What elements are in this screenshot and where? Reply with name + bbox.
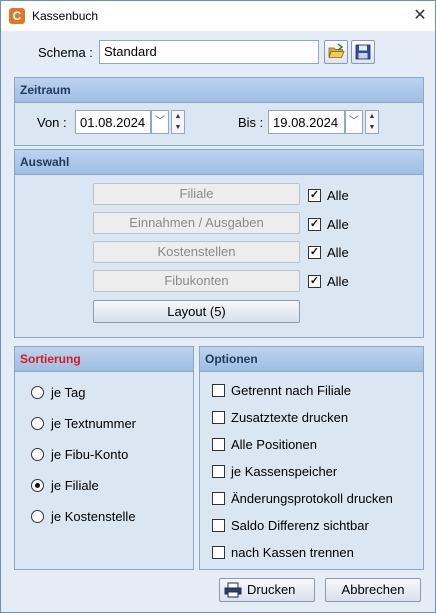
drucken-label: Drucken: [247, 582, 296, 597]
option-alle-positionen-checkbox[interactable]: [212, 438, 225, 451]
option-getrennt-nach-filiale-checkbox[interactable]: [212, 384, 225, 397]
zeitraum-header: Zeitraum: [15, 78, 423, 103]
optionen-title: Optionen: [205, 352, 258, 366]
bis-spinner[interactable]: ▲ ▼: [365, 110, 379, 134]
sort-je-fibu-konto-label: je Fibu-Konto: [51, 447, 129, 462]
fibukonten-all-label: Alle: [327, 274, 349, 289]
von-spinner[interactable]: ▲ ▼: [171, 110, 185, 134]
spin-up-icon[interactable]: ▲: [172, 111, 184, 122]
sort-je-textnummer-label: je Textnummer: [51, 416, 137, 431]
filiale-all-label: Alle: [327, 188, 349, 203]
window-title: Kassenbuch: [32, 9, 99, 23]
auswahl-header: Auswahl: [15, 150, 423, 175]
option-je-kassenspeicher-checkbox[interactable]: [212, 465, 225, 478]
fibukonten-all-checkbox[interactable]: ✓: [308, 275, 321, 288]
bis-label: Bis :: [238, 115, 264, 130]
save-icon: [355, 44, 371, 60]
option-nach-kassen-trennen-checkbox[interactable]: [212, 546, 225, 559]
spin-up-icon[interactable]: ▲: [366, 111, 378, 122]
sort-je-kostenstelle-radio[interactable]: [31, 510, 44, 523]
option-zusatztexte-drucken-checkbox[interactable]: [212, 411, 225, 424]
kostenstellen-select-button[interactable]: Kostenstellen: [93, 241, 300, 263]
title-bar: C Kassenbuch ✕: [1, 1, 435, 31]
option-nach-kassen-trennen-label: nach Kassen trennen: [231, 545, 354, 560]
sortierung-header: Sortierung: [15, 347, 193, 372]
option-je-kassenspeicher-label: je Kassenspeicher: [231, 464, 338, 479]
auswahl-title: Auswahl: [20, 155, 70, 169]
save-schema-button[interactable]: [351, 40, 375, 64]
kostenstellen-all-checkbox[interactable]: ✓: [308, 246, 321, 259]
von-dropdown-button[interactable]: ﹀: [151, 110, 169, 134]
app-icon: C: [9, 8, 25, 24]
chevron-down-icon: ﹀: [155, 116, 165, 127]
optionen-header: Optionen: [200, 347, 423, 372]
open-schema-button[interactable]: [324, 40, 348, 64]
printer-icon: [224, 582, 242, 598]
option-aenderungsprotokoll-checkbox[interactable]: [212, 492, 225, 505]
sort-je-tag-radio[interactable]: [31, 386, 44, 399]
option-getrennt-nach-filiale-label: Getrennt nach Filiale: [231, 383, 351, 398]
spin-down-icon[interactable]: ▼: [172, 122, 184, 133]
layout-button[interactable]: Layout (5): [93, 300, 300, 323]
close-icon[interactable]: ✕: [410, 6, 430, 26]
option-aenderungsprotokoll-label: Änderungsprotokoll drucken: [231, 491, 393, 506]
von-label: Von :: [37, 115, 67, 130]
einnahmen-ausgaben-select-button[interactable]: Einnahmen / Ausgaben: [93, 212, 300, 234]
filiale-all-checkbox[interactable]: ✓: [308, 189, 321, 202]
zeitraum-title: Zeitraum: [20, 83, 71, 97]
fibukonten-select-button[interactable]: Fibukonten: [93, 270, 300, 292]
sort-je-textnummer-radio[interactable]: [31, 417, 44, 430]
bis-dropdown-button[interactable]: ﹀: [345, 110, 363, 134]
option-saldo-differenz-checkbox[interactable]: [212, 519, 225, 532]
von-date-input[interactable]: 01.08.2024: [75, 110, 151, 134]
sort-je-kostenstelle-label: je Kostenstelle: [51, 509, 136, 524]
schema-label: Schema :: [38, 45, 93, 60]
kostenstellen-all-label: Alle: [327, 245, 349, 260]
option-zusatztexte-drucken-label: Zusatztexte drucken: [231, 410, 349, 425]
drucken-button[interactable]: Drucken: [219, 578, 315, 602]
chevron-down-icon: ﹀: [349, 116, 359, 127]
folder-open-icon: [328, 43, 345, 58]
einnahmen-ausgaben-all-label: Alle: [327, 217, 349, 232]
sort-je-tag-label: je Tag: [51, 385, 86, 400]
sort-je-filiale-radio[interactable]: [31, 479, 44, 492]
sort-je-fibu-konto-radio[interactable]: [31, 448, 44, 461]
schema-input[interactable]: Standard: [99, 40, 319, 64]
filiale-select-button[interactable]: Filiale: [93, 183, 300, 205]
abbrechen-button[interactable]: Abbrechen: [325, 578, 421, 602]
sort-je-filiale-label: je Filiale: [51, 478, 99, 493]
option-saldo-differenz-label: Saldo Differenz sichtbar: [231, 518, 369, 533]
kassenbuch-window: C Kassenbuch ✕ Schema : Standard Zeitrau…: [0, 0, 436, 613]
sortierung-title: Sortierung: [20, 352, 81, 366]
spin-down-icon[interactable]: ▼: [366, 122, 378, 133]
einnahmen-ausgaben-all-checkbox[interactable]: ✓: [308, 218, 321, 231]
option-alle-positionen-label: Alle Positionen: [231, 437, 317, 452]
optionen-group: Optionen: [199, 346, 424, 570]
bis-date-input[interactable]: 19.08.2024: [268, 110, 345, 134]
